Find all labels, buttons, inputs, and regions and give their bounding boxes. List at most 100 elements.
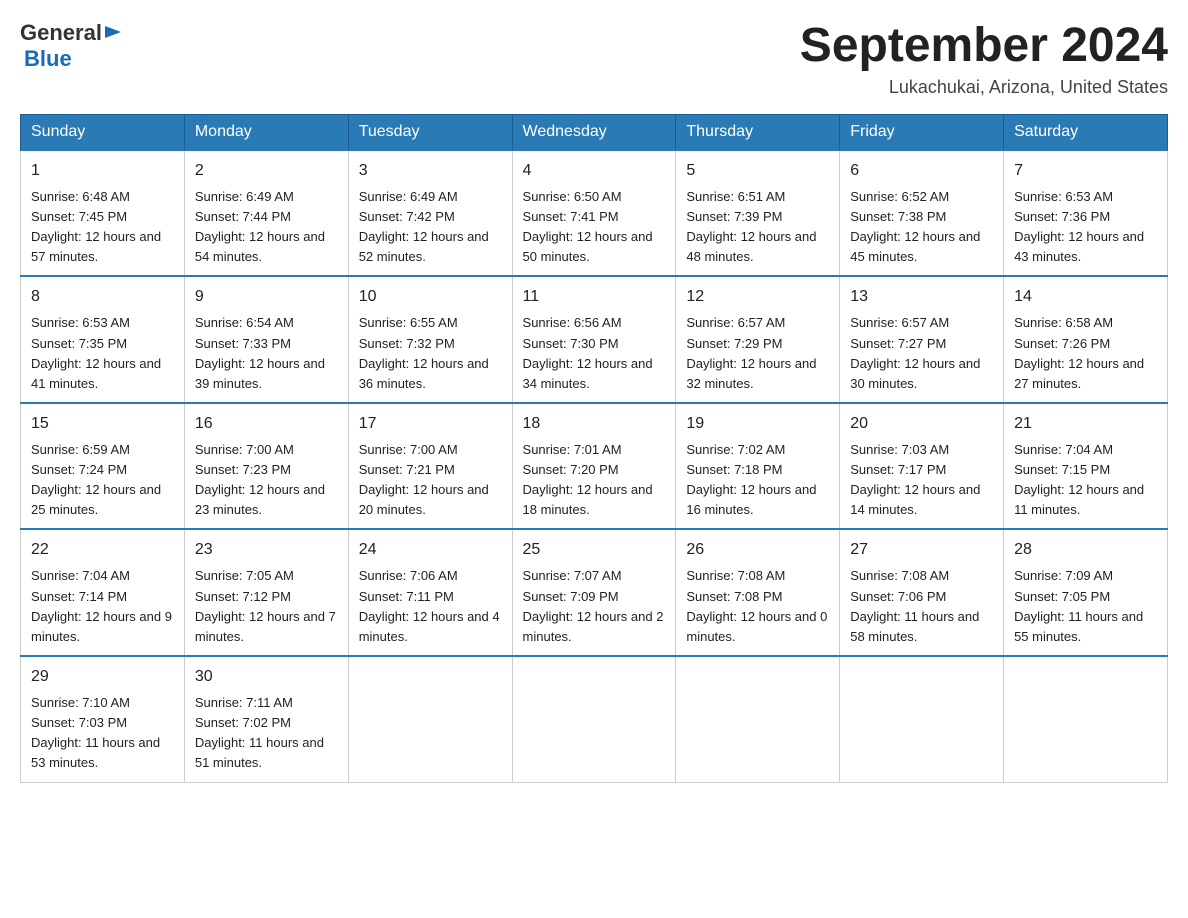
day-number: 19 xyxy=(686,412,829,436)
calendar-title: September 2024 xyxy=(800,20,1168,73)
calendar-cell: 27 Sunrise: 7:08 AMSunset: 7:06 PMDayligh… xyxy=(840,529,1004,656)
day-info: Sunrise: 6:50 AMSunset: 7:41 PMDaylight:… xyxy=(523,187,666,268)
calendar-cell: 11 Sunrise: 6:56 AMSunset: 7:30 PMDayligh… xyxy=(512,276,676,403)
calendar-cell: 5 Sunrise: 6:51 AMSunset: 7:39 PMDaylight… xyxy=(676,150,840,277)
day-number: 4 xyxy=(523,159,666,183)
calendar-cell: 22Sunrise: 7:04 AMSunset: 7:14 PMDayligh… xyxy=(21,529,185,656)
day-info: Sunrise: 7:08 AMSunset: 7:06 PMDaylight:… xyxy=(850,566,993,647)
day-number: 10 xyxy=(359,285,502,309)
day-number: 9 xyxy=(195,285,338,309)
day-number: 14 xyxy=(1014,285,1157,309)
day-number: 13 xyxy=(850,285,993,309)
day-number: 22 xyxy=(31,538,174,562)
calendar-cell xyxy=(840,656,1004,782)
calendar-cell: 15Sunrise: 6:59 AMSunset: 7:24 PMDayligh… xyxy=(21,403,185,530)
calendar-cell: 2 Sunrise: 6:49 AMSunset: 7:44 PMDaylight… xyxy=(184,150,348,277)
calendar-cell: 3 Sunrise: 6:49 AMSunset: 7:42 PMDaylight… xyxy=(348,150,512,277)
weekday-header-monday: Monday xyxy=(184,114,348,150)
weekday-header-saturday: Saturday xyxy=(1004,114,1168,150)
calendar-cell: 6Sunrise: 6:52 AMSunset: 7:38 PMDaylight… xyxy=(840,150,1004,277)
day-info: Sunrise: 6:48 AMSunset: 7:45 PMDaylight:… xyxy=(31,187,174,268)
page-header: General Blue September 2024 Lukachukai, … xyxy=(20,20,1168,98)
day-info: Sunrise: 6:56 AMSunset: 7:30 PMDaylight:… xyxy=(523,313,666,394)
day-info: Sunrise: 6:49 AMSunset: 7:44 PMDaylight:… xyxy=(195,187,338,268)
weekday-header-sunday: Sunday xyxy=(21,114,185,150)
day-number: 23 xyxy=(195,538,338,562)
calendar-cell: 4 Sunrise: 6:50 AMSunset: 7:41 PMDaylight… xyxy=(512,150,676,277)
day-number: 3 xyxy=(359,159,502,183)
calendar-cell: 17Sunrise: 7:00 AMSunset: 7:21 PMDayligh… xyxy=(348,403,512,530)
day-number: 26 xyxy=(686,538,829,562)
calendar-cell: 18 Sunrise: 7:01 AMSunset: 7:20 PMDayligh… xyxy=(512,403,676,530)
logo-blue-text: Blue xyxy=(24,46,72,72)
weekday-header-row: SundayMondayTuesdayWednesdayThursdayFrid… xyxy=(21,114,1168,150)
day-number: 1 xyxy=(31,159,174,183)
day-number: 29 xyxy=(31,665,174,689)
week-row-5: 29Sunrise: 7:10 AMSunset: 7:03 PMDayligh… xyxy=(21,656,1168,782)
day-info: Sunrise: 7:11 AMSunset: 7:02 PMDaylight:… xyxy=(195,693,338,774)
day-info: Sunrise: 6:57 AMSunset: 7:27 PMDaylight:… xyxy=(850,313,993,394)
day-info: Sunrise: 7:02 AMSunset: 7:18 PMDaylight:… xyxy=(686,440,829,521)
calendar-cell: 29Sunrise: 7:10 AMSunset: 7:03 PMDayligh… xyxy=(21,656,185,782)
calendar-cell: 8 Sunrise: 6:53 AMSunset: 7:35 PMDaylight… xyxy=(21,276,185,403)
calendar-cell: 19 Sunrise: 7:02 AMSunset: 7:18 PMDayligh… xyxy=(676,403,840,530)
day-number: 25 xyxy=(523,538,666,562)
day-info: Sunrise: 6:51 AMSunset: 7:39 PMDaylight:… xyxy=(686,187,829,268)
calendar-cell xyxy=(348,656,512,782)
calendar-cell: 13 Sunrise: 6:57 AMSunset: 7:27 PMDayligh… xyxy=(840,276,1004,403)
calendar-cell: 23 Sunrise: 7:05 AMSunset: 7:12 PMDayligh… xyxy=(184,529,348,656)
week-row-2: 8 Sunrise: 6:53 AMSunset: 7:35 PMDaylight… xyxy=(21,276,1168,403)
weekday-header-wednesday: Wednesday xyxy=(512,114,676,150)
weekday-header-thursday: Thursday xyxy=(676,114,840,150)
day-number: 16 xyxy=(195,412,338,436)
calendar-cell: 30 Sunrise: 7:11 AMSunset: 7:02 PMDayligh… xyxy=(184,656,348,782)
calendar-cell: 28Sunrise: 7:09 AMSunset: 7:05 PMDayligh… xyxy=(1004,529,1168,656)
calendar-cell: 16 Sunrise: 7:00 AMSunset: 7:23 PMDayligh… xyxy=(184,403,348,530)
week-row-1: 1 Sunrise: 6:48 AMSunset: 7:45 PMDaylight… xyxy=(21,150,1168,277)
calendar-cell: 9 Sunrise: 6:54 AMSunset: 7:33 PMDaylight… xyxy=(184,276,348,403)
day-info: Sunrise: 7:04 AMSunset: 7:15 PMDaylight:… xyxy=(1014,440,1157,521)
day-info: Sunrise: 6:59 AMSunset: 7:24 PMDaylight:… xyxy=(31,440,174,521)
day-info: Sunrise: 6:49 AMSunset: 7:42 PMDaylight:… xyxy=(359,187,502,268)
day-info: Sunrise: 7:08 AMSunset: 7:08 PMDaylight:… xyxy=(686,566,829,647)
calendar-cell: 21Sunrise: 7:04 AMSunset: 7:15 PMDayligh… xyxy=(1004,403,1168,530)
week-row-3: 15Sunrise: 6:59 AMSunset: 7:24 PMDayligh… xyxy=(21,403,1168,530)
calendar-cell: 7Sunrise: 6:53 AMSunset: 7:36 PMDaylight… xyxy=(1004,150,1168,277)
day-number: 18 xyxy=(523,412,666,436)
day-info: Sunrise: 7:06 AMSunset: 7:11 PMDaylight:… xyxy=(359,566,502,647)
day-info: Sunrise: 7:07 AMSunset: 7:09 PMDaylight:… xyxy=(523,566,666,647)
calendar-cell: 12Sunrise: 6:57 AMSunset: 7:29 PMDayligh… xyxy=(676,276,840,403)
calendar-cell: 14Sunrise: 6:58 AMSunset: 7:26 PMDayligh… xyxy=(1004,276,1168,403)
calendar-subtitle: Lukachukai, Arizona, United States xyxy=(800,77,1168,98)
calendar-cell: 10 Sunrise: 6:55 AMSunset: 7:32 PMDayligh… xyxy=(348,276,512,403)
logo-icon xyxy=(105,22,125,42)
weekday-header-tuesday: Tuesday xyxy=(348,114,512,150)
calendar-cell xyxy=(676,656,840,782)
calendar-cell: 26 Sunrise: 7:08 AMSunset: 7:08 PMDayligh… xyxy=(676,529,840,656)
calendar-cell: 25 Sunrise: 7:07 AMSunset: 7:09 PMDayligh… xyxy=(512,529,676,656)
day-number: 20 xyxy=(850,412,993,436)
calendar-table: SundayMondayTuesdayWednesdayThursdayFrid… xyxy=(20,114,1168,783)
day-info: Sunrise: 7:01 AMSunset: 7:20 PMDaylight:… xyxy=(523,440,666,521)
day-number: 11 xyxy=(523,285,666,309)
logo-general-text: General xyxy=(20,20,102,46)
weekday-header-friday: Friday xyxy=(840,114,1004,150)
calendar-cell xyxy=(1004,656,1168,782)
day-info: Sunrise: 7:00 AMSunset: 7:23 PMDaylight:… xyxy=(195,440,338,521)
calendar-cell xyxy=(512,656,676,782)
day-info: Sunrise: 6:53 AMSunset: 7:35 PMDaylight:… xyxy=(31,313,174,394)
day-info: Sunrise: 7:05 AMSunset: 7:12 PMDaylight:… xyxy=(195,566,338,647)
day-number: 2 xyxy=(195,159,338,183)
day-number: 27 xyxy=(850,538,993,562)
day-info: Sunrise: 6:54 AMSunset: 7:33 PMDaylight:… xyxy=(195,313,338,394)
day-number: 30 xyxy=(195,665,338,689)
day-number: 17 xyxy=(359,412,502,436)
calendar-cell: 1 Sunrise: 6:48 AMSunset: 7:45 PMDaylight… xyxy=(21,150,185,277)
day-info: Sunrise: 7:03 AMSunset: 7:17 PMDaylight:… xyxy=(850,440,993,521)
title-area: September 2024 Lukachukai, Arizona, Unit… xyxy=(800,20,1168,98)
day-number: 8 xyxy=(31,285,174,309)
day-number: 24 xyxy=(359,538,502,562)
day-info: Sunrise: 6:55 AMSunset: 7:32 PMDaylight:… xyxy=(359,313,502,394)
logo: General Blue xyxy=(20,20,125,72)
day-number: 5 xyxy=(686,159,829,183)
